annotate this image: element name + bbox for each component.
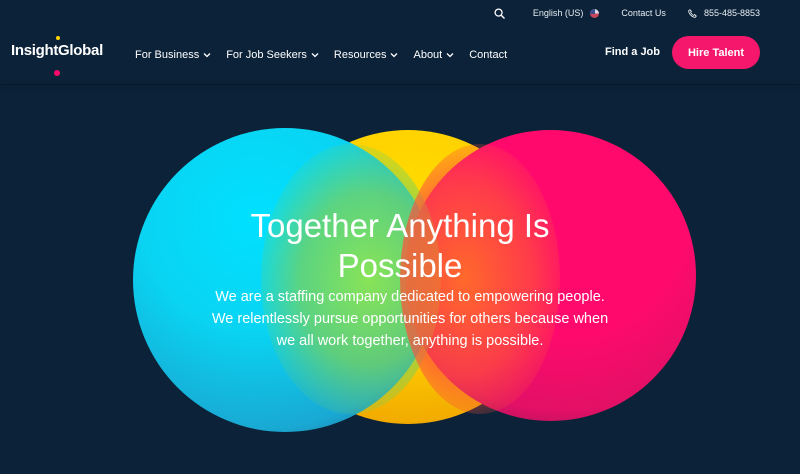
nav-item-label: Contact: [469, 49, 508, 61]
language-label: English (US): [532, 8, 584, 18]
logo[interactable]: InsightGlobal: [0, 26, 110, 84]
phone-icon: [688, 8, 697, 18]
logo-dot-pink: [54, 70, 60, 76]
hire-talent-button[interactable]: Hire Talent: [672, 36, 760, 69]
logo-text: InsightGlobal: [11, 42, 103, 59]
hero-section: Together Anything Is Possible We are a s…: [0, 84, 800, 474]
nav-item-label: For Job Seekers: [226, 49, 307, 61]
nav-menu: For Business For Job Seekers Resources A…: [135, 26, 522, 84]
search-icon: [494, 7, 505, 19]
chevron-down-icon: [311, 53, 319, 58]
utility-bar: English (US) Contact Us 855-485-8853: [0, 0, 800, 26]
phone-link[interactable]: 855-485-8853: [688, 8, 760, 18]
search-button[interactable]: [494, 7, 505, 19]
nav-item-for-business[interactable]: For Business: [135, 49, 211, 61]
chevron-down-icon: [391, 53, 398, 58]
logo-dot-yellow: [56, 36, 60, 40]
nav-item-label: Resources: [333, 49, 387, 61]
logo-dots: [30, 36, 60, 76]
language-selector[interactable]: English (US): [533, 8, 600, 18]
nav-item-label: About: [413, 49, 443, 61]
find-a-job-link[interactable]: Find a Job: [605, 46, 660, 58]
flag-icon: [590, 8, 600, 18]
hero-title: Together Anything Is Possible: [250, 207, 550, 284]
contact-us-link[interactable]: Contact Us: [621, 8, 666, 18]
chevron-down-icon: [203, 53, 211, 58]
main-navigation: InsightGlobal For Business For Job Seeke…: [0, 26, 800, 84]
nav-item-about[interactable]: About: [413, 49, 454, 61]
nav-item-contact[interactable]: Contact: [469, 49, 507, 61]
nav-item-label: For Business: [135, 49, 200, 61]
nav-item-for-job-seekers[interactable]: For Job Seekers: [226, 49, 319, 61]
chevron-down-icon: [446, 53, 454, 58]
nav-item-resources[interactable]: Resources: [334, 49, 399, 61]
hero-subtitle: We are a staffing company dedicated to e…: [211, 289, 609, 349]
phone-number: 855-485-8853: [703, 8, 760, 18]
